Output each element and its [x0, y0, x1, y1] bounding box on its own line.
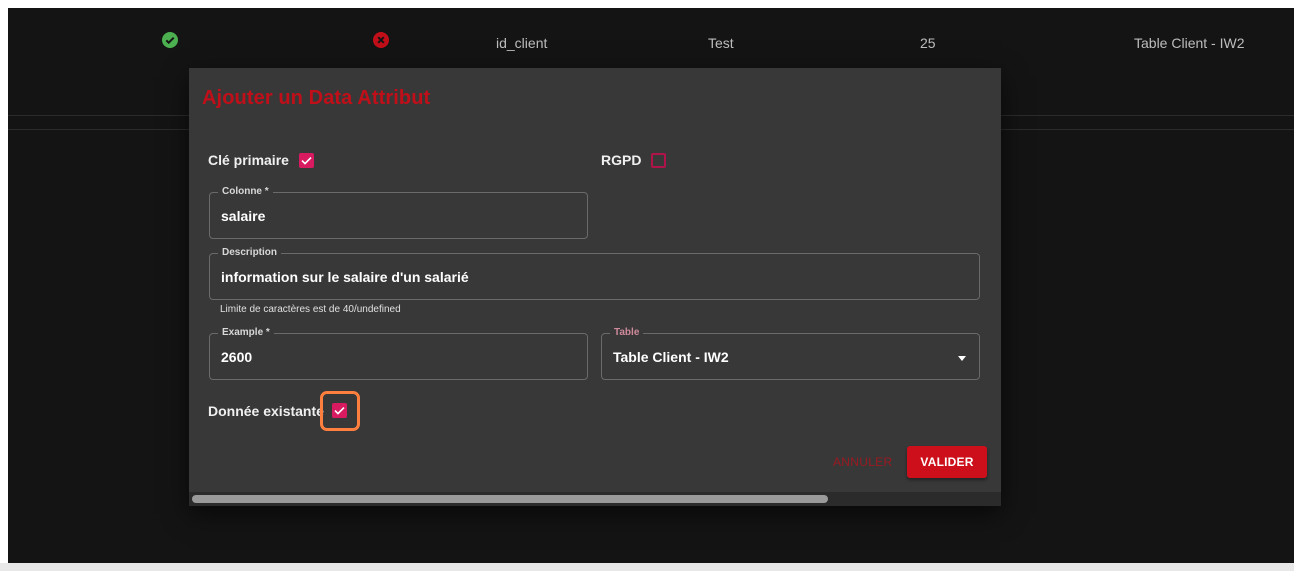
- cell-example: Test: [708, 35, 734, 51]
- horizontal-scrollbar[interactable]: [189, 492, 1001, 506]
- cell-length: 25: [920, 35, 936, 51]
- description-field[interactable]: Description information sur le salaire d…: [209, 247, 980, 300]
- colonne-input[interactable]: salaire: [221, 208, 265, 224]
- rgpd-label: RGPD: [601, 152, 642, 168]
- cancel-button[interactable]: ANNULER: [833, 455, 892, 469]
- cell-column: id_client: [496, 35, 548, 51]
- description-label: Description: [218, 247, 282, 259]
- check-circle-icon: [162, 32, 178, 48]
- x-circle-icon: [373, 32, 389, 48]
- example-input[interactable]: 2600: [221, 349, 252, 365]
- primary-key-checkbox[interactable]: [299, 153, 314, 168]
- cell-table: Table Client - IW2: [1134, 35, 1245, 51]
- page-bottom-border: [0, 563, 1294, 571]
- primary-key-label: Clé primaire: [208, 152, 289, 168]
- colonne-field[interactable]: Colonne * salaire: [209, 186, 588, 239]
- chevron-down-icon[interactable]: [958, 356, 966, 361]
- existing-data-label: Donnée existante: [208, 403, 324, 419]
- existing-data-checkbox[interactable]: [332, 403, 347, 418]
- scrollbar-thumb[interactable]: [192, 495, 828, 503]
- rgpd-checkbox[interactable]: [651, 153, 666, 168]
- dialog-title: Ajouter un Data Attribut: [202, 87, 431, 109]
- table-label: Table: [610, 327, 644, 339]
- table-select-value[interactable]: Table Client - IW2: [613, 349, 729, 365]
- table-select[interactable]: Table Table Client - IW2: [601, 327, 980, 380]
- add-data-attribute-dialog: Ajouter un Data Attribut Clé primaire RG…: [189, 68, 1001, 506]
- example-label: Example *: [218, 327, 274, 339]
- submit-button[interactable]: VALIDER: [907, 446, 987, 478]
- description-helper-text: Limite de caractères est de 40/undefined: [220, 304, 401, 315]
- description-input[interactable]: information sur le salaire d'un salarié: [221, 269, 469, 285]
- example-field[interactable]: Example * 2600: [209, 327, 588, 380]
- colonne-label: Colonne *: [218, 186, 273, 198]
